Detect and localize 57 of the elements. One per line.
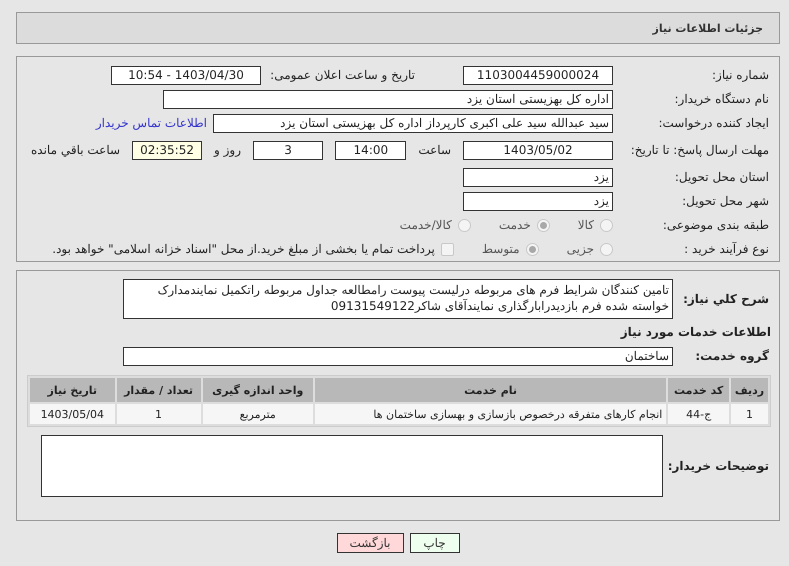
table-cell: 1403/05/04 [30,404,115,424]
column-header: کد خدمت [668,378,730,402]
deadline-date-field: 1403/05/02 [463,140,613,160]
page-title: جزئیات اطلاعات نیاز [652,22,763,34]
field-label: شهر محل تحویل: [681,193,770,209]
need-number-field: 1103004459000024 [463,66,613,84]
creator-field: سید عبدالله سید علی اکبری کارپرداز اداره کل بهزیستی استان یزد [213,114,613,132]
column-header: تعداد / مقدار [116,378,201,402]
buyer-field: اداره کل بهزیستی استان یزد [163,90,613,108]
back-button[interactable]: بازگشت [336,533,404,553]
field-label: ایجاد کننده درخواست: [657,115,770,131]
radio-button[interactable] [526,242,539,256]
radio-label: کالا [578,218,594,232]
deadline-time-field: 14:00 [335,140,406,160]
province-field: یزد [463,168,613,186]
field-label: تاریخ و ساعت اعلان عمومی: [269,67,416,83]
remaining-time-field: 02:35:52 [132,140,202,160]
field-label: توضیحات خریدار: [669,458,770,474]
contact-link[interactable]: اطلاعات تماس خریدار [96,116,207,130]
radio-button[interactable] [458,218,471,232]
table-cell: ج-44 [668,404,730,424]
field-label: شماره نیاز: [711,67,770,83]
section-heading: اطلاعات خدمات مورد نیاز [620,325,771,339]
radio-label: کالا/خدمت [400,218,452,232]
column-header: واحد اندازه گیری [202,378,313,402]
radio-label: متوسط [482,242,520,256]
time-label: ساعت [418,143,451,157]
remaining-label: ساعت باقي مانده [31,143,120,157]
radio-label: جزیی [566,242,594,256]
field-label: مهلت ارسال پاسخ: تا تاریخ: [630,142,770,158]
radio-button[interactable] [600,218,613,232]
city-field: یزد [463,192,613,210]
field-label: گروه خدمت: [694,348,770,364]
days-label: روز و [214,143,242,157]
print-button[interactable]: چاپ [410,533,460,553]
checkbox[interactable] [440,242,454,256]
radio-label: خدمت [498,218,531,232]
table-cell: 1 [731,404,768,424]
description-field: تامین کنندگان شرایط فرم های مربوطه درلیست پیوست رامطالعه جداول مربوطه راتکمیل نمایندمدارک خواسته شده فرم بازدیدرابارگذاری نمایندآقای شاکر09131549122 [123,279,673,319]
table-cell: انجام کارهای متفرقه درخصوص بازسازی و بهسازی ساختمان ها [314,404,666,424]
table-cell: مترمربع [202,404,313,424]
service-group-field: ساختمان [123,346,673,366]
column-header: ردیف [731,378,768,402]
field-label: نوع فرآیند خرید : [683,241,770,257]
field-label: طبقه بندی موضوعی: [662,217,770,233]
days-field: 3 [253,140,324,160]
radio-button[interactable] [600,242,613,256]
radio-button[interactable] [536,218,550,232]
column-header: نام خدمت [314,378,666,402]
table-cell: 1 [116,404,201,424]
field-label: استان محل تحویل: [674,169,770,185]
announce-date-field: 1403/04/30 - 10:54 [111,66,261,84]
treasury-label: پرداخت تمام یا بخشی از مبلغ خرید.از محل "اسناد خزانه اسلامی" خواهد بود. [52,242,435,256]
field-label: شرح كلي نیاز: [682,291,770,307]
column-header: تاریخ نیاز [30,378,115,402]
notes-field[interactable] [41,435,663,497]
field-label: نام دستگاه خریدار: [674,91,770,107]
